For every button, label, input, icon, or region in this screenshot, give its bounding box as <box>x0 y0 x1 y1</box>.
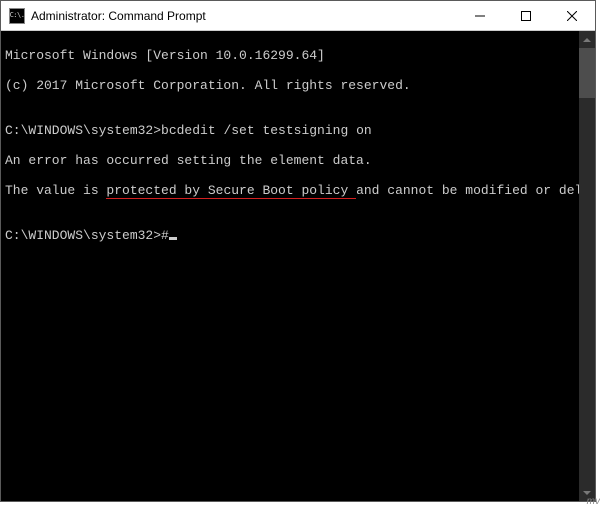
copyright-line: (c) 2017 Microsoft Corporation. All righ… <box>5 78 591 93</box>
command-text: bcdedit /set testsigning on <box>161 123 372 138</box>
minimize-icon <box>475 11 485 21</box>
command-prompt-window: C:\. Administrator: Command Prompt Micro… <box>0 0 596 502</box>
chevron-up-icon <box>583 38 591 42</box>
chevron-down-icon <box>583 491 591 495</box>
version-line: Microsoft Windows [Version 10.0.16299.64… <box>5 48 591 63</box>
command-line-2: C:\WINDOWS\system32># <box>5 228 591 243</box>
command-text: # <box>161 228 169 243</box>
window-controls <box>457 1 595 30</box>
minimize-button[interactable] <box>457 1 503 30</box>
close-icon <box>567 11 577 21</box>
error-line-2: The value is protected by Secure Boot po… <box>5 183 591 198</box>
error-line-1: An error has occurred setting the elemen… <box>5 153 591 168</box>
close-button[interactable] <box>549 1 595 30</box>
prompt-path: C:\WINDOWS\system32> <box>5 123 161 138</box>
vertical-scrollbar[interactable] <box>579 31 595 501</box>
window-title: Administrator: Command Prompt <box>31 9 457 23</box>
maximize-button[interactable] <box>503 1 549 30</box>
error-text-a: The value is <box>5 183 106 198</box>
titlebar[interactable]: C:\. Administrator: Command Prompt <box>1 1 595 31</box>
console-area[interactable]: Microsoft Windows [Version 10.0.16299.64… <box>1 31 595 501</box>
watermark-text: mv <box>587 496 600 507</box>
cmd-icon: C:\. <box>9 8 25 24</box>
console-output: Microsoft Windows [Version 10.0.16299.64… <box>1 31 595 275</box>
text-cursor <box>169 237 177 240</box>
maximize-icon <box>521 11 531 21</box>
highlighted-text: protected by Secure Boot policy <box>106 183 356 198</box>
cmd-icon-text: C:\. <box>10 12 25 19</box>
prompt-path: C:\WINDOWS\system32> <box>5 228 161 243</box>
error-text-c: and cannot be modified or deleted. <box>356 183 595 198</box>
scrollbar-thumb[interactable] <box>579 48 595 98</box>
error-text-b: protected by Secure Boot policy <box>106 183 356 198</box>
underline-annotation <box>106 198 356 200</box>
command-line-1: C:\WINDOWS\system32>bcdedit /set testsig… <box>5 123 591 138</box>
scroll-up-button[interactable] <box>579 31 595 48</box>
